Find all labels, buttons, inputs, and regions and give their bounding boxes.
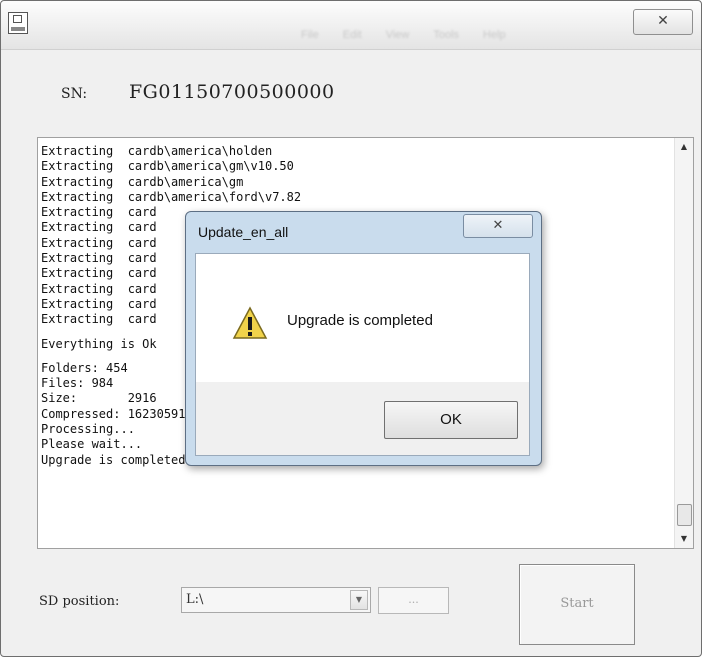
title-bar: File Edit View Tools Help ✕ <box>1 1 701 50</box>
warning-icon <box>232 306 268 339</box>
background-menu-item: View <box>385 29 410 41</box>
log-line: Extracting cardb\america\ford\v7.82 <box>41 189 302 204</box>
background-menu-item: File <box>301 29 319 41</box>
dialog-message-area: Upgrade is completed <box>196 254 529 382</box>
background-menu: File Edit View Tools Help <box>301 29 506 41</box>
background-menu-item: Edit <box>342 29 362 41</box>
sd-position-value: L:\ <box>186 592 204 607</box>
dialog-body: Upgrade is completed OK <box>195 253 530 456</box>
browse-button[interactable]: ... <box>378 587 449 614</box>
background-menu-item: Help <box>483 29 506 41</box>
sd-position-label: SD position: <box>39 594 120 609</box>
window-close-button[interactable]: ✕ <box>633 9 693 35</box>
ok-button[interactable]: OK <box>384 401 518 439</box>
log-scrollbar[interactable]: ▲ ▼ <box>674 138 693 548</box>
app-icon <box>8 12 28 34</box>
scroll-down-arrow-icon[interactable]: ▼ <box>675 530 693 548</box>
dialog-close-button[interactable]: ✕ <box>463 214 533 238</box>
start-button[interactable]: Start <box>519 564 635 645</box>
sd-position-select[interactable]: L:\ ▼ <box>181 587 371 613</box>
sn-label: SN: <box>61 86 88 102</box>
log-line: Extracting cardb\america\holden <box>41 144 273 158</box>
dialog-title: Update_en_all <box>198 224 289 240</box>
chevron-down-icon[interactable]: ▼ <box>350 590 368 610</box>
log-line: Extracting cardb\america\gm <box>41 174 244 189</box>
background-menu-item: Tools <box>433 29 460 41</box>
dialog-message: Upgrade is completed <box>287 312 433 329</box>
sn-value: FG01150700500000 <box>129 81 335 103</box>
completion-dialog: Update_en_all ✕ Upgrade is completed OK <box>185 211 542 466</box>
log-line: Extracting cardb\america\gm\v10.50 <box>41 159 294 174</box>
scroll-up-arrow-icon[interactable]: ▲ <box>675 138 693 156</box>
scrollbar-thumb[interactable] <box>677 504 692 526</box>
